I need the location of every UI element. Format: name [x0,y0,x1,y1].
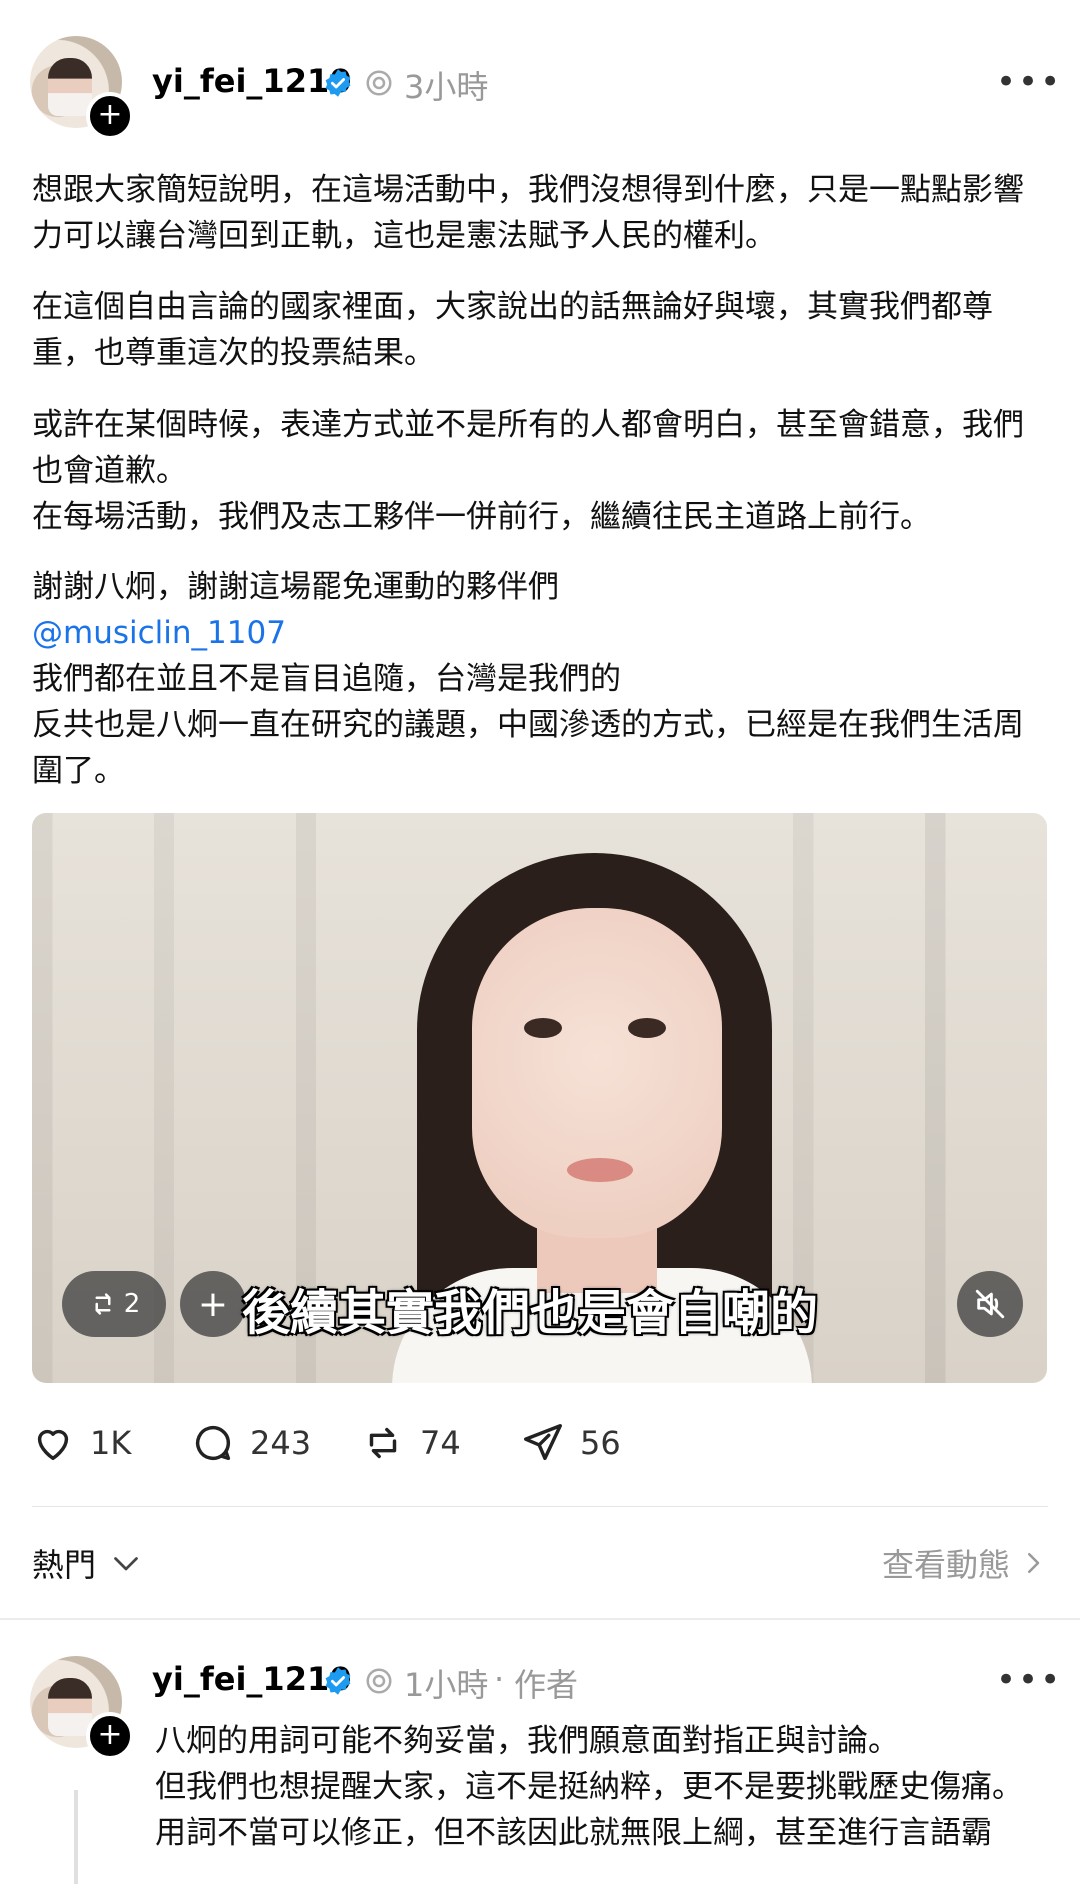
reply-follow-plus-icon[interactable]: + [86,1712,134,1760]
section-divider [0,1618,1080,1620]
share-button[interactable]: 56 [520,1413,621,1473]
video-subject-eye-left [524,1018,562,1038]
like-button[interactable]: 1K [30,1413,131,1473]
post-paragraph-4: 在每場活動，我們及志工夥伴一併前行，繼續往民主道路上前行。 [32,499,931,535]
reply-author-tag: 作者 [514,1666,579,1704]
threads-ai-icon [366,1668,392,1694]
post-paragraph-2: 在這個自由言論的國家裡面，大家說出的話無論好與壞，其實我們都尊重，也尊重這次的投… [32,289,993,371]
plus-icon: + [197,1283,229,1325]
follow-plus-icon[interactable]: + [86,92,134,140]
post-paragraph-1: 想跟大家簡短說明，在這場活動中，我們沒想得到什麼，只是一點點影響力可以讓台灣回到… [32,172,1024,254]
reply-line-3: 用詞不當可以修正，但不該因此就無限上綱，甚至進行言語霸 [155,1815,992,1851]
repost-icon [369,1427,397,1459]
thread-line [74,1790,78,1884]
repost-button[interactable]: 74 [360,1413,461,1473]
reply-line-2: 但我們也想提醒大家，這不是挺納粹，更不是要挑戰歷史傷痛。 [155,1769,1023,1805]
video-subject-lips [567,1158,633,1182]
comment-button[interactable]: 243 [190,1413,311,1473]
divider [32,1506,1048,1507]
video-add-button[interactable]: + [180,1271,246,1337]
sort-dropdown[interactable]: 熱門 [32,1540,144,1586]
heart-icon [37,1429,69,1461]
video-subject-face [472,908,722,1238]
video-repost-pill[interactable]: 2 [62,1271,166,1337]
video-repost-count: 2 [123,1289,141,1319]
view-activity-link[interactable]: 查看動態 [882,1540,1048,1586]
chevron-down-icon [114,1557,138,1571]
avatar-figure [48,1678,92,1736]
post-paragraph-3: 或許在某個時候，表達方式並不是所有的人都會明白，甚至會錯意，我們也會道歉。 [32,407,1024,489]
post-paragraph-5: 謝謝八炯，謝謝這場罷免運動的夥伴們 [32,569,559,605]
reply-line-1: 八炯的用詞可能不夠妥當，我們願意面對指正與討論。 [155,1723,899,1759]
post-time: 3小時 [404,68,489,106]
post-paragraph-6: 我們都在並且不是盲目追隨，台灣是我們的 [32,661,621,697]
video-player[interactable]: 2 + 後續其實我們也是會自嘲的 [32,813,1047,1383]
verified-icon [325,69,351,97]
view-activity-label: 查看動態 [881,1546,1010,1584]
more-icon[interactable]: ••• [996,62,1062,102]
username[interactable]: yi_fei_1210 [152,62,351,100]
repost-count: 74 [420,1424,461,1462]
video-caption: 後續其實我們也是會自嘲的 [242,1285,819,1341]
comment-icon [195,1425,231,1461]
post-paragraph-7: 反共也是八炯一直在研究的議題，中國滲透的方式，已經是在我們生活周圍了。 [32,707,1024,789]
mute-icon [975,1289,1005,1319]
share-icon [524,1424,562,1461]
repost-icon [95,1293,111,1315]
avatar-figure [48,58,92,116]
video-subject-eye-right [628,1018,666,1038]
threads-ai-icon [366,70,392,96]
reply-separator: · [494,1660,505,1698]
mention-link[interactable]: @musiclin_1107 [32,610,1032,656]
verified-icon [325,1667,351,1695]
like-count: 1K [90,1424,132,1462]
sort-label: 熱門 [32,1546,97,1584]
comment-count: 243 [250,1424,312,1462]
mute-button[interactable] [957,1271,1023,1337]
share-count: 56 [580,1424,621,1462]
reply-more-icon[interactable]: ••• [996,1660,1062,1700]
chevron-right-icon [1028,1553,1040,1573]
reply-username[interactable]: yi_fei_1210 [152,1660,351,1698]
reply-time: 1小時 [404,1666,489,1704]
